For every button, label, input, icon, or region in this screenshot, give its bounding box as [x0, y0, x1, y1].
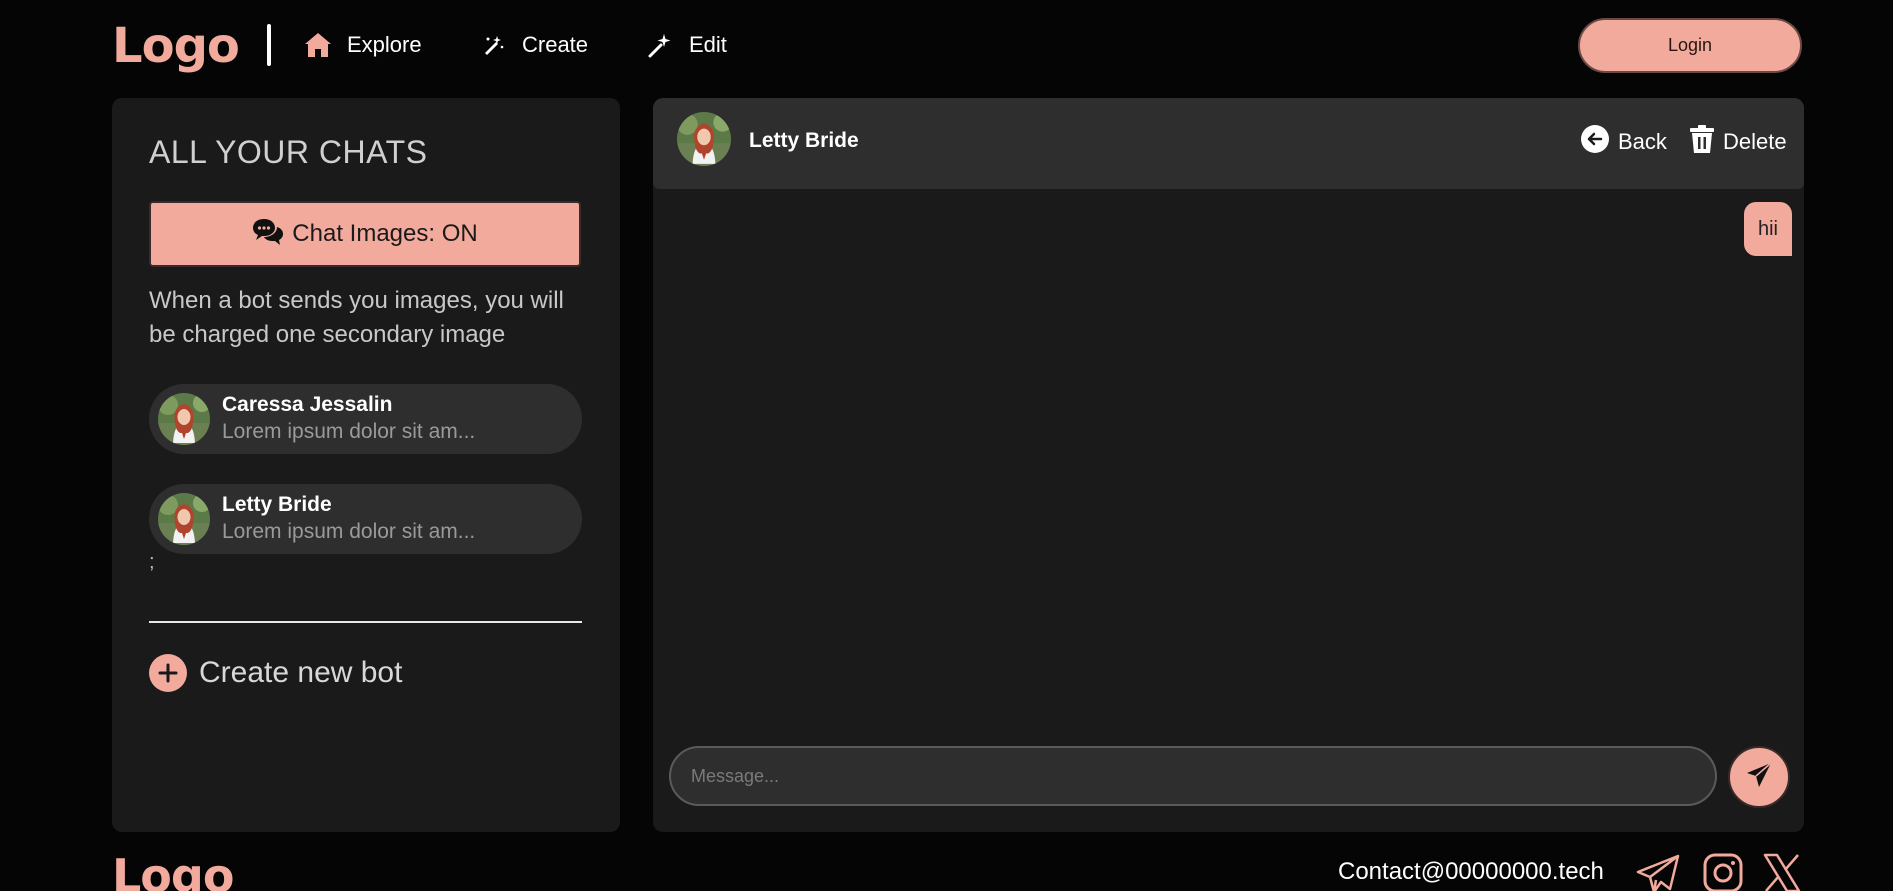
avatar	[158, 493, 210, 545]
images-charge-note: When a bot sends you images, you will be…	[149, 287, 564, 348]
back-button[interactable]: Back	[1580, 124, 1667, 159]
sidebar-divider	[149, 621, 582, 623]
send-button[interactable]	[1728, 746, 1790, 808]
chat-list-item[interactable]: Letty Bride Lorem ipsum dolor sit am...	[149, 484, 582, 554]
send-icon	[1745, 761, 1773, 794]
instagram-icon[interactable]	[1702, 852, 1746, 891]
chat-preview: Lorem ipsum dolor sit am...	[222, 420, 476, 443]
nav-explore-label: Explore	[347, 32, 422, 57]
chat-images-toggle[interactable]: Chat Images: ON	[149, 201, 581, 267]
create-bot-button[interactable]: Create new bot	[149, 654, 402, 692]
x-icon[interactable]	[1762, 852, 1806, 891]
home-icon	[303, 30, 333, 60]
plus-icon	[149, 654, 187, 692]
chat-panel: Letty Bride Back Delete hii	[653, 98, 1804, 832]
message-input[interactable]	[669, 746, 1717, 806]
user-message-bubble: hii	[1744, 202, 1792, 256]
nav-create[interactable]: Create	[478, 30, 588, 60]
magic-wand-icon	[645, 30, 675, 60]
sidebar-title: ALL YOUR CHATS	[149, 134, 428, 170]
create-bot-label: Create new bot	[199, 656, 403, 689]
chat-header-name: Letty Bride	[749, 129, 859, 152]
footer-logo[interactable]: Logo	[112, 848, 234, 891]
trash-icon	[1689, 124, 1715, 159]
avatar	[158, 393, 210, 445]
chats-sidebar: ALL YOUR CHATS Chat Images: ON When a bo…	[112, 98, 620, 832]
telegram-icon[interactable]	[1636, 852, 1680, 891]
back-label: Back	[1618, 128, 1667, 154]
contact-email[interactable]: Contact@00000000.tech	[1338, 858, 1604, 886]
top-navigation: Logo Explore Create Edit Login	[0, 0, 1893, 92]
magic-pen-icon	[478, 30, 508, 60]
arrow-left-icon	[1580, 124, 1610, 159]
chat-name: Letty Bride	[222, 493, 332, 516]
nav-explore[interactable]: Explore	[303, 30, 422, 60]
delete-button[interactable]: Delete	[1689, 124, 1787, 159]
chat-list-item[interactable]: Caressa Jessalin Lorem ipsum dolor sit a…	[149, 384, 582, 454]
header-logo[interactable]: Logo	[112, 18, 240, 74]
chat-images-toggle-label: Chat Images: ON	[292, 220, 478, 247]
delete-label: Delete	[1723, 128, 1787, 154]
nav-edit[interactable]: Edit	[645, 30, 727, 60]
chat-header: Letty Bride Back Delete	[653, 98, 1804, 189]
avatar	[677, 112, 731, 166]
chat-bubbles-icon	[252, 217, 284, 252]
chat-preview: Lorem ipsum dolor sit am...	[222, 520, 476, 543]
nav-edit-label: Edit	[689, 32, 727, 57]
chat-name: Caressa Jessalin	[222, 393, 393, 416]
login-button[interactable]: Login	[1578, 18, 1802, 73]
header-divider	[267, 24, 271, 66]
nav-create-label: Create	[522, 32, 589, 57]
stray-text: ;	[149, 551, 155, 573]
